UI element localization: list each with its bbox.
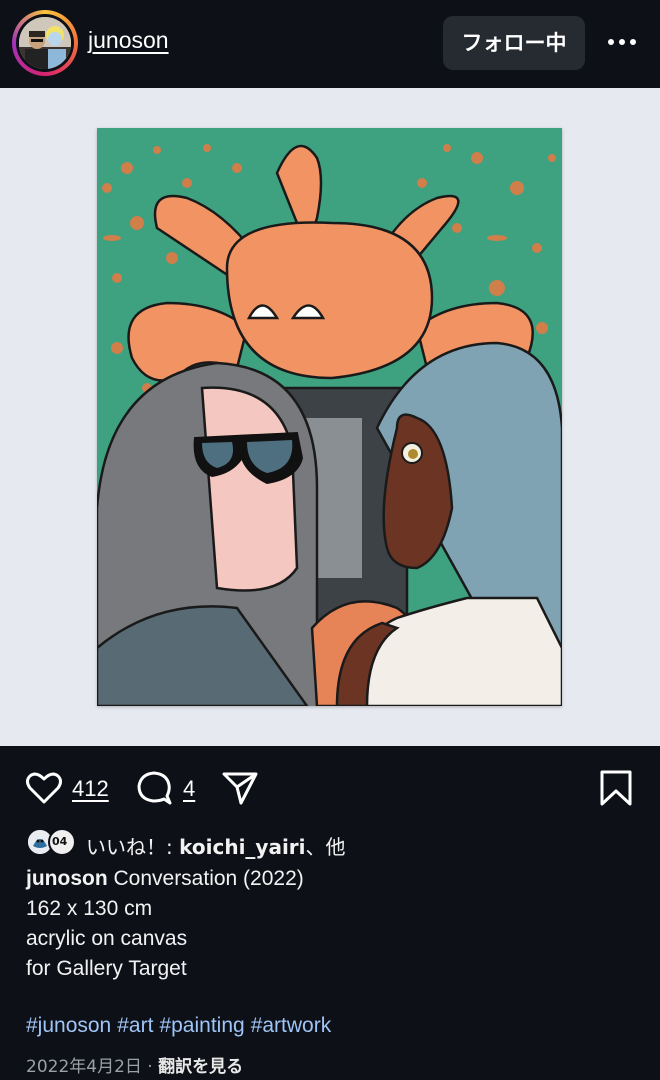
liked-by-text[interactable]: いいね！: koichi_yairi、他 [86, 831, 346, 860]
heart-icon [26, 772, 62, 804]
artwork-image[interactable] [95, 128, 564, 730]
username-link[interactable]: junoson [88, 27, 169, 54]
painting-illustration [95, 128, 564, 730]
post-meta: 2022年4月2日 · 翻訳を見る [26, 1052, 243, 1077]
hashtag-link[interactable]: #junoson [26, 1014, 111, 1037]
post-header: junoson フォロー中 [0, 0, 660, 88]
comment-icon [137, 771, 172, 805]
see-translation-link[interactable]: 翻訳を見る [158, 1057, 243, 1077]
liker-avatar-badge: 04 [52, 835, 68, 848]
following-button[interactable]: フォロー中 [443, 16, 585, 70]
hashtag-link[interactable]: #artwork [251, 1014, 332, 1037]
profile-avatar[interactable] [12, 10, 78, 76]
more-options-button[interactable] [602, 22, 642, 62]
caption-title: Conversation (2022) [107, 867, 304, 890]
avatar-photo-icon [19, 17, 71, 69]
liked-by-row[interactable]: 04 いいね！: koichi_yairi、他 [26, 826, 626, 860]
like-button[interactable] [24, 768, 64, 808]
caption-line: for Gallery Target [26, 957, 187, 980]
liker-avatar-2[interactable]: 04 [48, 828, 76, 856]
share-button[interactable] [220, 768, 260, 808]
meta-separator: · [141, 1057, 159, 1077]
liked-by-user[interactable]: koichi_yairi [179, 835, 305, 859]
caption-line: acrylic on canvas [26, 927, 188, 950]
hashtag-list: #junoson #art #painting #artwork [26, 1014, 337, 1038]
comment-count[interactable]: 4 [183, 776, 195, 802]
share-icon [222, 772, 258, 805]
like-count[interactable]: 412 [72, 776, 109, 802]
post-caption: junoson Conversation (2022) 162 x 130 cm… [26, 864, 636, 984]
liked-by-suffix: 、他 [305, 835, 346, 859]
hashtag-link[interactable]: #art [117, 1014, 153, 1037]
post-date: 2022年4月2日 [26, 1057, 142, 1077]
action-bar: 412 4 [0, 746, 660, 836]
liked-by-prefix: いいね！: [86, 835, 180, 859]
comment-button[interactable] [134, 768, 174, 808]
save-button[interactable] [596, 768, 636, 808]
hashtag-link[interactable]: #painting [159, 1014, 244, 1037]
more-horizontal-icon [608, 39, 636, 45]
caption-username[interactable]: junoson [26, 867, 108, 890]
caption-line: 162 x 130 cm [26, 897, 153, 920]
bookmark-icon [600, 770, 632, 806]
